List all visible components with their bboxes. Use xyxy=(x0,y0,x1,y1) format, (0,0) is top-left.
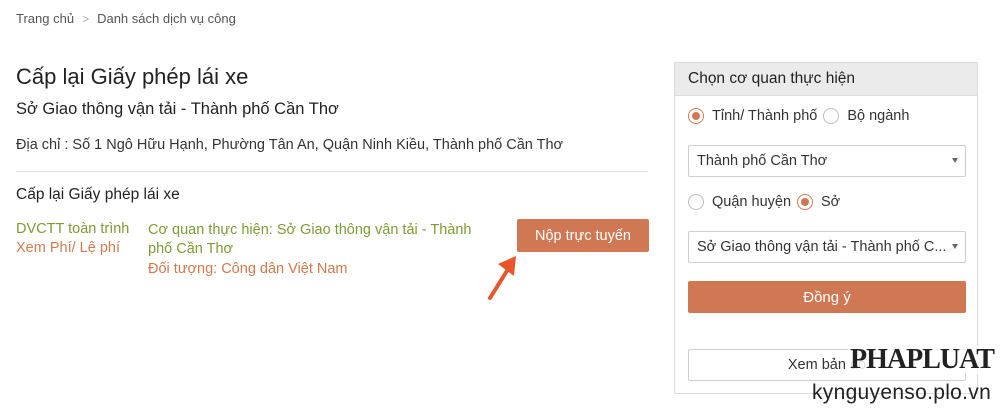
agency-select[interactable]: Sở Giao thông vận tải - Thành phố C... xyxy=(688,231,966,263)
breadcrumb-home-link[interactable]: Trang chủ xyxy=(16,11,74,26)
fee-link[interactable]: Xem Phí/ Lệ phí xyxy=(16,240,120,256)
agency-address: Địa chỉ : Số 1 Ngô Hữu Hạnh, Phường Tân … xyxy=(16,137,564,153)
level-radio-group: Quận huyện Sở xyxy=(688,194,846,210)
radio-ministry-label[interactable]: Bộ ngành xyxy=(847,108,909,124)
panel-title: Chọn cơ quan thực hiện xyxy=(675,63,977,96)
page-title: Cấp lại Giấy phép lái xe xyxy=(16,64,249,89)
radio-department-label[interactable]: Sở xyxy=(821,194,840,210)
agency-name: Sở Giao thông vận tải - Thành phố Cần Th… xyxy=(16,100,339,118)
radio-province[interactable] xyxy=(688,108,704,124)
breadcrumb-separator: > xyxy=(82,11,90,26)
chevron-down-icon xyxy=(952,244,958,249)
red-arrow-icon xyxy=(488,256,516,300)
site-watermark: kynguyenso.plo.vn xyxy=(812,381,992,404)
breadcrumb-current[interactable]: Danh sách dịch vụ công xyxy=(97,11,236,26)
submit-online-button[interactable]: Nộp trực tuyến xyxy=(517,219,649,252)
scope-radio-group: Tỉnh/ Thành phố Bộ ngành xyxy=(688,108,915,124)
radio-district-label[interactable]: Quận huyện xyxy=(712,194,791,210)
divider xyxy=(16,171,648,172)
agree-button[interactable]: Đồng ý xyxy=(688,281,966,313)
service-level-link[interactable]: DVCTT toàn trình xyxy=(16,221,129,237)
agency-select-value: Sở Giao thông vận tải - Thành phố C... xyxy=(697,239,947,255)
implementing-agency: Cơ quan thực hiện: Sở Giao thông vận tải… xyxy=(148,222,472,257)
target-audience: Đối tượng: Công dân Việt Nam xyxy=(148,261,348,277)
radio-province-label[interactable]: Tỉnh/ Thành phố xyxy=(712,108,817,124)
section-title: Cấp lại Giấy phép lái xe xyxy=(16,186,180,203)
radio-department[interactable] xyxy=(797,194,814,210)
chevron-down-icon xyxy=(952,158,958,163)
radio-ministry[interactable] xyxy=(823,108,840,124)
province-select[interactable]: Thành phố Cần Thơ xyxy=(688,145,966,177)
breadcrumb: Trang chủ > Danh sách dịch vụ công xyxy=(16,11,236,26)
phapluat-logo: PHAPLUAT xyxy=(848,344,996,375)
province-select-value: Thành phố Cần Thơ xyxy=(697,153,828,169)
radio-district[interactable] xyxy=(688,194,704,210)
